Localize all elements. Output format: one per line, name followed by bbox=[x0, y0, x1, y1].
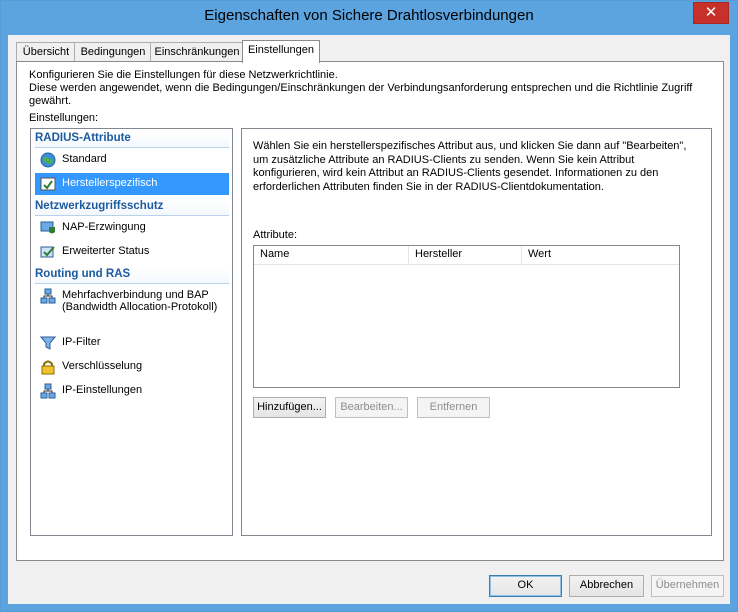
nav-item-label: Herstellerspezifisch bbox=[62, 177, 158, 189]
tab-einstellungen[interactable]: Einstellungen bbox=[242, 40, 320, 63]
nav-item-verschluesselung[interactable]: Verschlüsselung bbox=[35, 356, 229, 378]
globe-icon bbox=[40, 152, 56, 168]
cancel-button[interactable]: Abbrechen bbox=[569, 575, 644, 597]
vendor-specific-info: Wählen Sie ein herstellerspezifisches At… bbox=[253, 140, 693, 194]
settings-label: Einstellungen: bbox=[29, 112, 99, 124]
vendor-icon bbox=[40, 177, 56, 191]
tab-uebersicht[interactable]: Übersicht bbox=[16, 42, 76, 61]
tab-einschraenkungen[interactable]: Einschränkungen bbox=[150, 42, 244, 61]
policy-description: Konfigurieren Sie die Einstellungen für … bbox=[29, 69, 723, 108]
description-line-2: Diese werden angewendet, wenn die Beding… bbox=[29, 82, 693, 107]
info-line: konfigurieren, wird kein Attribut an RAD… bbox=[253, 167, 659, 179]
nav-item-label: Mehrfachverbindung und BAP (Bandwidth Al… bbox=[62, 289, 218, 313]
nav-item-herstellerspezifisch[interactable]: Herstellerspezifisch bbox=[35, 173, 229, 195]
nap-shield-icon bbox=[40, 221, 55, 234]
dialog-window: Eigenschaften von Sichere Drahtlosverbin… bbox=[0, 0, 738, 612]
close-button[interactable]: ✕ bbox=[693, 2, 729, 24]
dialog-client-area: Übersicht Bedingungen Einschränkungen Ei… bbox=[8, 35, 730, 604]
network-icon bbox=[40, 288, 56, 304]
nav-item-label: Standard bbox=[62, 153, 107, 165]
attributes-label: Attribute: bbox=[253, 229, 298, 241]
edit-button[interactable]: Bearbeiten... bbox=[335, 397, 408, 418]
nav-item-label: Verschlüsselung bbox=[62, 360, 143, 372]
tab-bedingungen[interactable]: Bedingungen bbox=[74, 42, 152, 61]
ok-button[interactable]: OK bbox=[489, 575, 562, 597]
column-header-name[interactable]: Name bbox=[254, 246, 409, 264]
description-line-1: Konfigurieren Sie die Einstellungen für … bbox=[29, 69, 338, 81]
nav-item-label: Erweiterter Status bbox=[62, 245, 150, 257]
info-line: Wählen Sie ein herstellerspezifisches At… bbox=[253, 140, 687, 152]
nav-item-mehrfachverbindung-bap[interactable]: Mehrfachverbindung und BAP (Bandwidth Al… bbox=[35, 285, 229, 329]
title-bar[interactable]: Eigenschaften von Sichere Drahtlosverbin… bbox=[1, 1, 737, 35]
nav-item-nap-erzwingung[interactable]: NAP-Erzwingung bbox=[35, 217, 229, 239]
lock-icon bbox=[41, 360, 55, 375]
column-header-wert[interactable]: Wert bbox=[522, 246, 679, 264]
list-header: Name Hersteller Wert bbox=[254, 246, 679, 265]
close-icon: ✕ bbox=[704, 4, 718, 21]
status-check-icon bbox=[40, 246, 55, 258]
network-icon bbox=[40, 383, 56, 399]
column-header-hersteller[interactable]: Hersteller bbox=[409, 246, 522, 264]
nav-item-standard[interactable]: Standard bbox=[35, 149, 229, 171]
add-button[interactable]: Hinzufügen... bbox=[253, 397, 326, 418]
remove-button[interactable]: Entfernen bbox=[417, 397, 490, 418]
apply-button[interactable]: Übernehmen bbox=[651, 575, 724, 597]
group-header-netzwerkzugriffsschutz: Netzwerkzugriffsschutz bbox=[35, 200, 229, 216]
nav-item-label: IP-Filter bbox=[62, 336, 101, 348]
settings-detail-pane: Wählen Sie ein herstellerspezifisches At… bbox=[241, 128, 712, 536]
attributes-list[interactable]: Name Hersteller Wert bbox=[253, 245, 680, 388]
nav-item-ip-filter[interactable]: IP-Filter bbox=[35, 332, 229, 354]
group-header-radius-attribute: RADIUS-Attribute bbox=[35, 132, 229, 148]
nav-item-ip-einstellungen[interactable]: IP-Einstellungen bbox=[35, 380, 229, 402]
nav-item-label: IP-Einstellungen bbox=[62, 384, 143, 396]
nav-item-label: NAP-Erzwingung bbox=[62, 221, 146, 233]
nav-item-erweiterter-status[interactable]: Erweiterter Status bbox=[35, 241, 229, 263]
group-header-routing-und-ras: Routing und RAS bbox=[35, 268, 229, 284]
info-line: um zusätzliche Attribute an RADIUS-Clien… bbox=[253, 153, 635, 166]
info-line: erforderlichen Attributen finden Sie in … bbox=[253, 180, 604, 193]
funnel-icon bbox=[40, 336, 56, 350]
window-title: Eigenschaften von Sichere Drahtlosverbin… bbox=[204, 7, 534, 24]
settings-tab-panel: Konfigurieren Sie die Einstellungen für … bbox=[16, 61, 724, 561]
settings-navigation: RADIUS-Attribute Standard Herstellerspez… bbox=[30, 128, 233, 536]
